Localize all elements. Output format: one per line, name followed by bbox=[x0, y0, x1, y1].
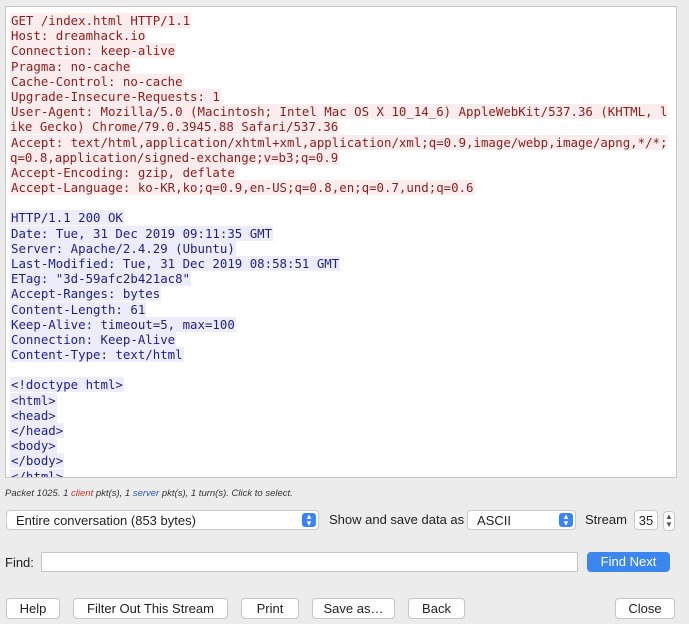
server-line: <body> bbox=[10, 438, 57, 454]
client-line: Upgrade-Insecure-Requests: 1 bbox=[10, 89, 221, 105]
stream-content-view[interactable]: GET /index.html HTTP/1.1 Host: dreamhack… bbox=[5, 6, 677, 478]
find-input[interactable] bbox=[41, 552, 578, 572]
server-line: </body> bbox=[10, 453, 65, 469]
find-next-button[interactable]: Find Next bbox=[587, 552, 670, 572]
save-as-button[interactable]: Save as… bbox=[312, 598, 395, 619]
server-line: <html> bbox=[10, 392, 57, 408]
server-line: Connection: Keep-Alive bbox=[10, 332, 177, 348]
packet-info-text: Packet 1025. 1 client pkt(s), 1 server p… bbox=[5, 488, 293, 499]
conversation-select-value: Entire conversation (853 bytes) bbox=[16, 513, 196, 528]
packet-info-suffix: pkt(s), 1 turn(s). Click to select. bbox=[159, 488, 293, 499]
chevron-updown-icon: ▴ ▾ bbox=[559, 512, 573, 528]
print-button[interactable]: Print bbox=[241, 598, 299, 619]
client-line: Connection: keep-alive bbox=[10, 43, 177, 59]
format-select-value: ASCII bbox=[477, 513, 511, 528]
client-request-block[interactable]: GET /index.html HTTP/1.1 Host: dreamhack… bbox=[10, 13, 672, 196]
help-button[interactable]: Help bbox=[6, 598, 60, 619]
client-line: Pragma: no-cache bbox=[10, 58, 132, 74]
server-line: </html> bbox=[10, 468, 65, 477]
server-line: HTTP/1.1 200 OK bbox=[10, 210, 124, 226]
find-label: Find: bbox=[5, 555, 34, 570]
stream-stepper[interactable]: ▲ ▼ bbox=[663, 511, 675, 531]
client-line: User-Agent: Mozilla/5.0 (Macintosh; Inte… bbox=[10, 104, 668, 135]
server-line: ETag: "3d-59afc2b421ac8" bbox=[10, 271, 192, 287]
server-line: Last-Modified: Tue, 31 Dec 2019 08:58:51… bbox=[10, 256, 341, 272]
server-line: <head> bbox=[10, 407, 57, 423]
server-line: Server: Apache/2.4.29 (Ubuntu) bbox=[10, 240, 236, 256]
server-line: </head> bbox=[10, 423, 65, 439]
filter-out-stream-button[interactable]: Filter Out This Stream bbox=[73, 598, 228, 619]
conversation-select[interactable]: Entire conversation (853 bytes) ▴ ▾ bbox=[6, 510, 319, 530]
client-line: GET /index.html HTTP/1.1 bbox=[10, 13, 192, 28]
close-button[interactable]: Close bbox=[615, 598, 675, 619]
stream-number-field[interactable]: 35 bbox=[634, 510, 658, 530]
client-line: Host: dreamhack.io bbox=[10, 28, 147, 44]
packet-info-mid: pkt(s), 1 bbox=[93, 488, 133, 499]
server-response-block[interactable]: HTTP/1.1 200 OK Date: Tue, 31 Dec 2019 0… bbox=[10, 210, 672, 363]
client-line: Accept-Encoding: gzip, deflate bbox=[10, 165, 236, 181]
stepper-down-icon: ▼ bbox=[665, 520, 673, 529]
chevron-updown-icon: ▴ ▾ bbox=[302, 512, 316, 528]
back-button[interactable]: Back bbox=[408, 598, 465, 619]
client-line: Accept-Language: ko-KR,ko;q=0.9,en-US;q=… bbox=[10, 180, 475, 196]
server-line: Content-Type: text/html bbox=[10, 347, 184, 363]
stream-number-value: 35 bbox=[638, 513, 654, 528]
server-word: server bbox=[132, 488, 160, 499]
server-body-block[interactable]: <!doctype html> <html> <head> </head> <b… bbox=[10, 377, 672, 477]
server-line: Content-Length: 61 bbox=[10, 301, 147, 317]
server-line: Accept-Ranges: bytes bbox=[10, 286, 162, 302]
server-line: Date: Tue, 31 Dec 2019 09:11:35 GMT bbox=[10, 225, 274, 241]
packet-info-prefix: Packet 1025. 1 bbox=[5, 488, 72, 499]
client-word: client bbox=[71, 488, 94, 499]
client-line: Cache-Control: no-cache bbox=[10, 73, 184, 89]
format-select[interactable]: ASCII ▴ ▾ bbox=[467, 510, 576, 530]
server-line: <!doctype html> bbox=[10, 377, 124, 393]
find-row: Find: Find Next bbox=[0, 552, 689, 574]
show-save-label: Show and save data as bbox=[329, 512, 465, 527]
server-line: Keep-Alive: timeout=5, max=100 bbox=[10, 316, 236, 332]
stream-label: Stream bbox=[585, 512, 627, 527]
controls-row: Entire conversation (853 bytes) ▴ ▾ Show … bbox=[0, 510, 689, 532]
client-line: Accept: text/html,application/xhtml+xml,… bbox=[10, 134, 668, 165]
